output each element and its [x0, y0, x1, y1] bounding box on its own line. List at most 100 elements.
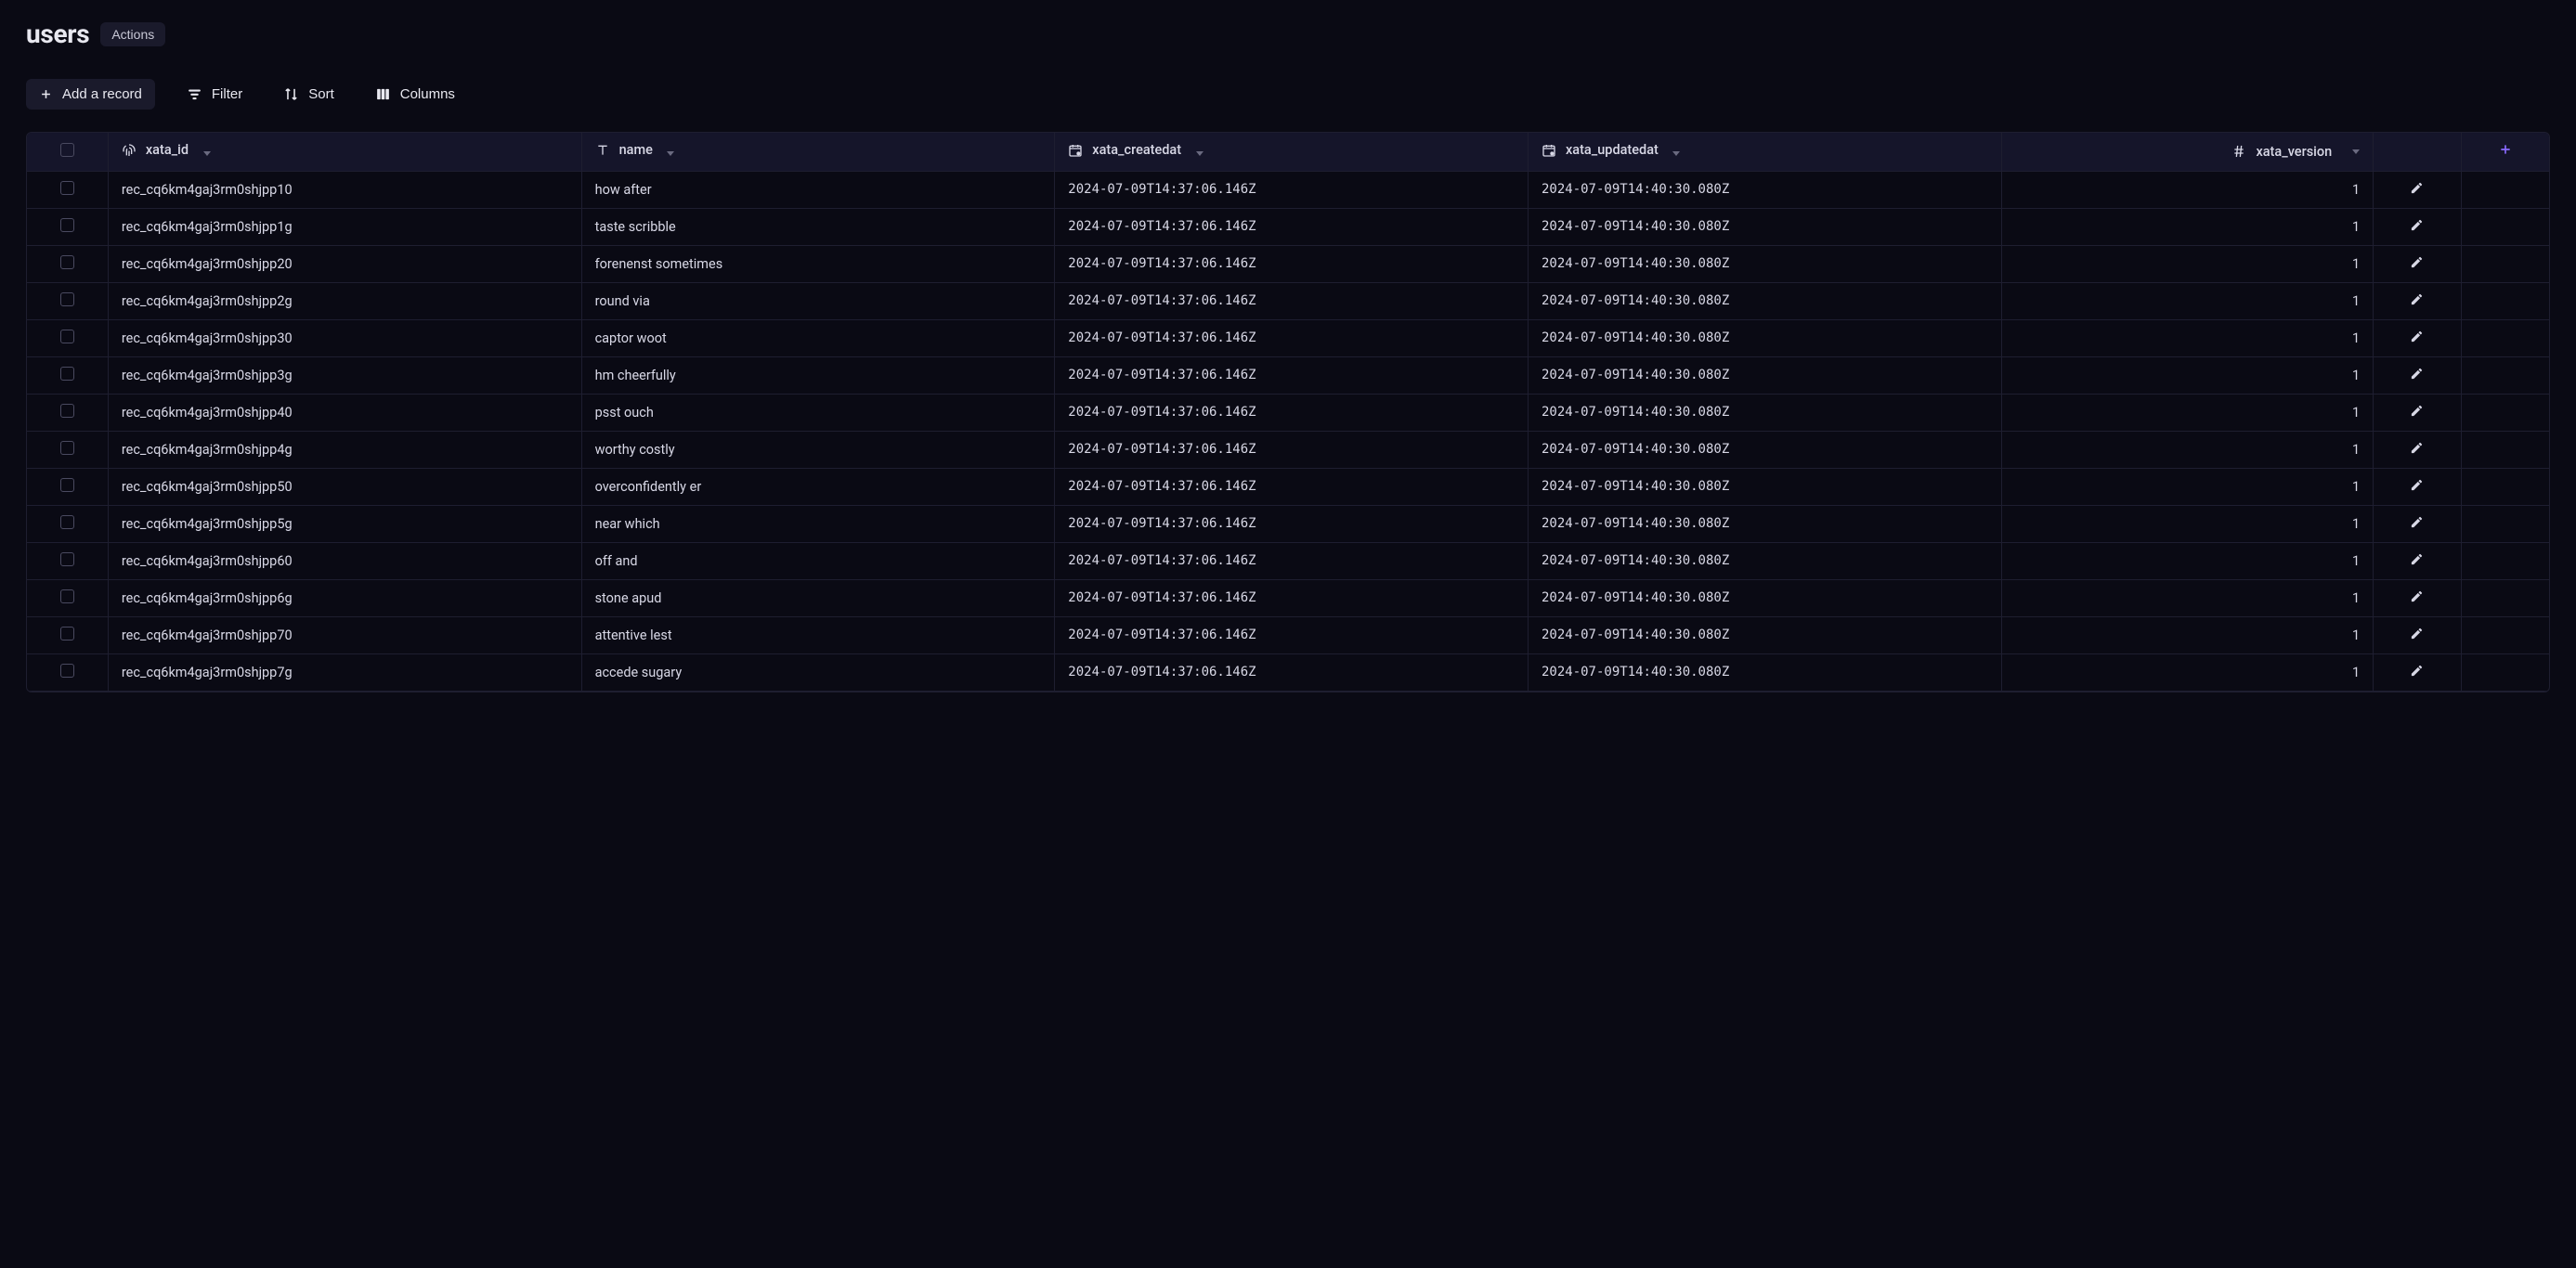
cell-xata-id[interactable]: rec_cq6km4gaj3rm0shjpp10: [108, 171, 581, 208]
column-header-updatedat[interactable]: xata_updatedat: [1528, 133, 2001, 171]
filter-button[interactable]: Filter: [177, 79, 252, 110]
cell-xata-id[interactable]: rec_cq6km4gaj3rm0shjpp40: [108, 394, 581, 431]
cell-name[interactable]: psst ouch: [581, 394, 1055, 431]
cell-name[interactable]: forenenst sometimes: [581, 245, 1055, 282]
cell-name[interactable]: near which: [581, 505, 1055, 542]
edit-row-button[interactable]: [2374, 505, 2462, 542]
edit-row-button[interactable]: [2374, 542, 2462, 579]
cell-updatedat[interactable]: 2024-07-09T14:40:30.080Z: [1528, 653, 2001, 691]
cell-createdat[interactable]: 2024-07-09T14:37:06.146Z: [1055, 356, 1529, 394]
cell-version[interactable]: 1: [2001, 319, 2373, 356]
cell-version[interactable]: 1: [2001, 394, 2373, 431]
cell-name[interactable]: taste scribble: [581, 208, 1055, 245]
cell-xata-id[interactable]: rec_cq6km4gaj3rm0shjpp3g: [108, 356, 581, 394]
edit-row-button[interactable]: [2374, 171, 2462, 208]
column-header-name[interactable]: name: [581, 133, 1055, 171]
row-checkbox[interactable]: [27, 468, 108, 505]
cell-updatedat[interactable]: 2024-07-09T14:40:30.080Z: [1528, 282, 2001, 319]
cell-createdat[interactable]: 2024-07-09T14:37:06.146Z: [1055, 245, 1529, 282]
edit-row-button[interactable]: [2374, 468, 2462, 505]
cell-xata-id[interactable]: rec_cq6km4gaj3rm0shjpp6g: [108, 579, 581, 616]
cell-createdat[interactable]: 2024-07-09T14:37:06.146Z: [1055, 579, 1529, 616]
cell-createdat[interactable]: 2024-07-09T14:37:06.146Z: [1055, 394, 1529, 431]
cell-updatedat[interactable]: 2024-07-09T14:40:30.080Z: [1528, 394, 2001, 431]
cell-name[interactable]: hm cheerfully: [581, 356, 1055, 394]
cell-name[interactable]: worthy costly: [581, 431, 1055, 468]
cell-version[interactable]: 1: [2001, 505, 2373, 542]
row-checkbox[interactable]: [27, 542, 108, 579]
cell-version[interactable]: 1: [2001, 653, 2373, 691]
sort-button[interactable]: Sort: [274, 79, 344, 110]
cell-xata-id[interactable]: rec_cq6km4gaj3rm0shjpp50: [108, 468, 581, 505]
cell-createdat[interactable]: 2024-07-09T14:37:06.146Z: [1055, 208, 1529, 245]
cell-xata-id[interactable]: rec_cq6km4gaj3rm0shjpp30: [108, 319, 581, 356]
cell-createdat[interactable]: 2024-07-09T14:37:06.146Z: [1055, 653, 1529, 691]
cell-updatedat[interactable]: 2024-07-09T14:40:30.080Z: [1528, 319, 2001, 356]
row-checkbox[interactable]: [27, 431, 108, 468]
cell-xata-id[interactable]: rec_cq6km4gaj3rm0shjpp1g: [108, 208, 581, 245]
cell-name[interactable]: attentive lest: [581, 616, 1055, 653]
row-checkbox[interactable]: [27, 356, 108, 394]
row-checkbox[interactable]: [27, 505, 108, 542]
cell-name[interactable]: captor woot: [581, 319, 1055, 356]
cell-updatedat[interactable]: 2024-07-09T14:40:30.080Z: [1528, 171, 2001, 208]
cell-xata-id[interactable]: rec_cq6km4gaj3rm0shjpp7g: [108, 653, 581, 691]
cell-version[interactable]: 1: [2001, 208, 2373, 245]
row-checkbox[interactable]: [27, 171, 108, 208]
cell-xata-id[interactable]: rec_cq6km4gaj3rm0shjpp4g: [108, 431, 581, 468]
cell-updatedat[interactable]: 2024-07-09T14:40:30.080Z: [1528, 208, 2001, 245]
edit-row-button[interactable]: [2374, 394, 2462, 431]
row-checkbox[interactable]: [27, 282, 108, 319]
edit-row-button[interactable]: [2374, 319, 2462, 356]
edit-row-button[interactable]: [2374, 356, 2462, 394]
cell-xata-id[interactable]: rec_cq6km4gaj3rm0shjpp60: [108, 542, 581, 579]
cell-version[interactable]: 1: [2001, 616, 2373, 653]
cell-updatedat[interactable]: 2024-07-09T14:40:30.080Z: [1528, 431, 2001, 468]
column-header-createdat[interactable]: xata_createdat: [1055, 133, 1529, 171]
row-checkbox[interactable]: [27, 319, 108, 356]
cell-name[interactable]: how after: [581, 171, 1055, 208]
cell-updatedat[interactable]: 2024-07-09T14:40:30.080Z: [1528, 616, 2001, 653]
edit-row-button[interactable]: [2374, 616, 2462, 653]
cell-name[interactable]: off and: [581, 542, 1055, 579]
cell-version[interactable]: 1: [2001, 542, 2373, 579]
cell-createdat[interactable]: 2024-07-09T14:37:06.146Z: [1055, 505, 1529, 542]
row-checkbox[interactable]: [27, 616, 108, 653]
columns-button[interactable]: Columns: [366, 79, 464, 110]
edit-row-button[interactable]: [2374, 579, 2462, 616]
edit-row-button[interactable]: [2374, 431, 2462, 468]
cell-updatedat[interactable]: 2024-07-09T14:40:30.080Z: [1528, 245, 2001, 282]
cell-version[interactable]: 1: [2001, 171, 2373, 208]
edit-row-button[interactable]: [2374, 653, 2462, 691]
column-header-version[interactable]: xata_version: [2001, 133, 2373, 171]
cell-updatedat[interactable]: 2024-07-09T14:40:30.080Z: [1528, 542, 2001, 579]
row-checkbox[interactable]: [27, 245, 108, 282]
row-checkbox[interactable]: [27, 394, 108, 431]
add-column-button[interactable]: [2461, 133, 2549, 171]
edit-row-button[interactable]: [2374, 245, 2462, 282]
cell-createdat[interactable]: 2024-07-09T14:37:06.146Z: [1055, 616, 1529, 653]
cell-version[interactable]: 1: [2001, 431, 2373, 468]
cell-xata-id[interactable]: rec_cq6km4gaj3rm0shjpp20: [108, 245, 581, 282]
cell-updatedat[interactable]: 2024-07-09T14:40:30.080Z: [1528, 505, 2001, 542]
cell-updatedat[interactable]: 2024-07-09T14:40:30.080Z: [1528, 356, 2001, 394]
cell-version[interactable]: 1: [2001, 356, 2373, 394]
cell-createdat[interactable]: 2024-07-09T14:37:06.146Z: [1055, 542, 1529, 579]
cell-updatedat[interactable]: 2024-07-09T14:40:30.080Z: [1528, 579, 2001, 616]
cell-updatedat[interactable]: 2024-07-09T14:40:30.080Z: [1528, 468, 2001, 505]
cell-createdat[interactable]: 2024-07-09T14:37:06.146Z: [1055, 319, 1529, 356]
add-record-button[interactable]: Add a record: [26, 79, 155, 110]
cell-name[interactable]: accede sugary: [581, 653, 1055, 691]
row-checkbox[interactable]: [27, 653, 108, 691]
cell-name[interactable]: round via: [581, 282, 1055, 319]
edit-row-button[interactable]: [2374, 208, 2462, 245]
row-checkbox[interactable]: [27, 579, 108, 616]
cell-name[interactable]: stone apud: [581, 579, 1055, 616]
cell-version[interactable]: 1: [2001, 468, 2373, 505]
actions-button[interactable]: Actions: [100, 22, 165, 46]
cell-createdat[interactable]: 2024-07-09T14:37:06.146Z: [1055, 468, 1529, 505]
cell-xata-id[interactable]: rec_cq6km4gaj3rm0shjpp5g: [108, 505, 581, 542]
cell-xata-id[interactable]: rec_cq6km4gaj3rm0shjpp70: [108, 616, 581, 653]
cell-version[interactable]: 1: [2001, 579, 2373, 616]
cell-xata-id[interactable]: rec_cq6km4gaj3rm0shjpp2g: [108, 282, 581, 319]
